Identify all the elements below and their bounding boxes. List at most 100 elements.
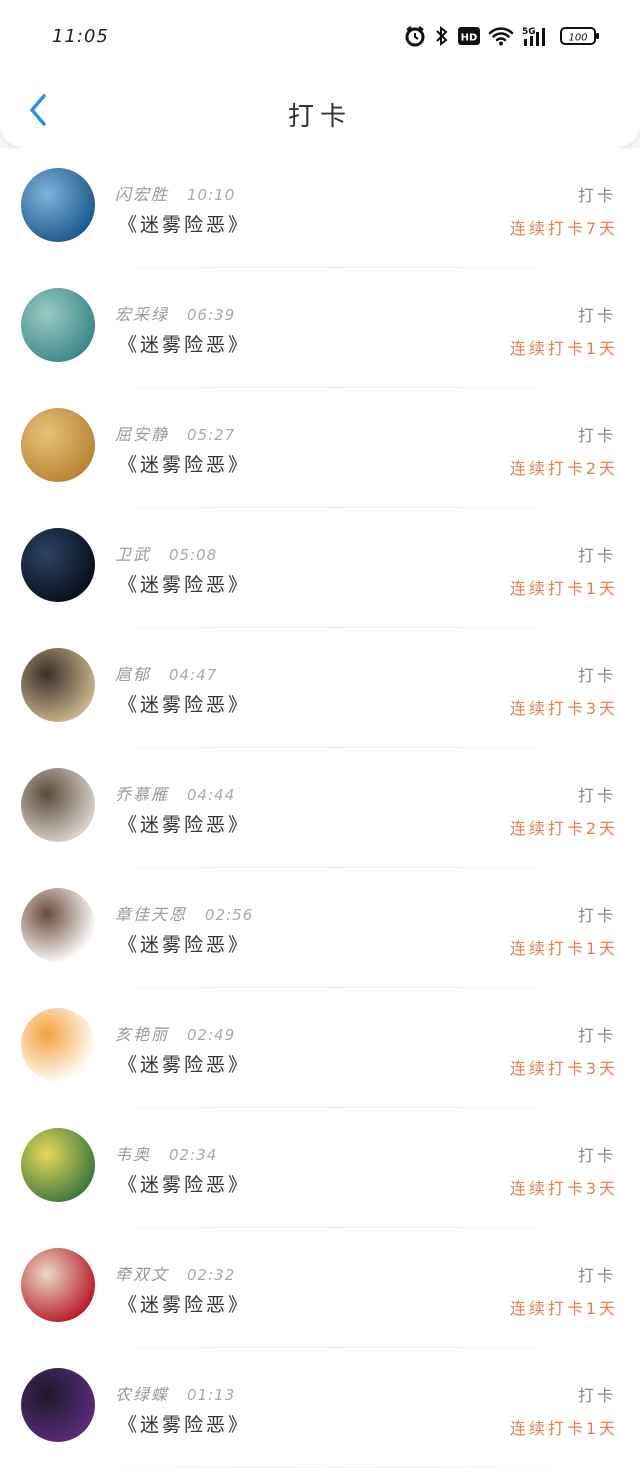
user-name-text: 扈郁 — [115, 665, 152, 684]
book-title: 《迷雾险恶》 — [118, 814, 251, 836]
user-name-text: 屈安静 — [115, 425, 170, 444]
book-title: 《迷雾险恶》 — [118, 934, 251, 956]
user-name-text: 亥艳丽 — [115, 1025, 170, 1044]
battery-icon: 100 — [560, 26, 600, 46]
book-title: 《迷雾险恶》 — [118, 334, 251, 356]
checkin-time: 04:44 — [187, 786, 236, 804]
book-title: 《迷雾险恶》 — [118, 574, 251, 596]
user-name-text: 宏采绿 — [115, 305, 170, 324]
streak-label: 连续打卡2天 — [509, 819, 618, 838]
user-name-text: 牵双文 — [115, 1265, 170, 1284]
checkin-time: 06:39 — [187, 306, 236, 324]
streak-label: 连续打卡1天 — [509, 1299, 618, 1318]
avatar[interactable] — [21, 1368, 95, 1442]
checkin-label: 打卡 — [577, 1266, 616, 1285]
checkin-list: 闪宏胜 10:10 《迷雾险恶》 打卡 连续打卡7天 宏采绿 06:39 《迷雾险恶… — [0, 148, 640, 1468]
wifi-icon — [488, 26, 514, 46]
user-name-text: 闪宏胜 — [115, 185, 170, 204]
avatar[interactable] — [21, 648, 95, 722]
user-name: 屈安静 05:27 — [115, 421, 235, 445]
list-item[interactable]: 闪宏胜 10:10 《迷雾险恶》 打卡 连续打卡7天 — [0, 148, 640, 268]
checkin-label: 打卡 — [577, 906, 616, 925]
checkin-label: 打卡 — [577, 1386, 616, 1405]
book-title: 《迷雾险恶》 — [118, 1054, 251, 1076]
avatar[interactable] — [21, 768, 95, 842]
book-title: 《迷雾险恶》 — [118, 1174, 251, 1196]
user-name: 扈郁 04:47 — [115, 661, 217, 685]
user-name: 章佳天恩 02:56 — [115, 901, 253, 925]
alarm-icon — [404, 25, 426, 47]
status-time: 11:05 — [52, 26, 109, 47]
bluetooth-icon — [434, 25, 450, 47]
checkin-time: 05:08 — [169, 546, 218, 564]
user-name: 农绿蝶 01:13 — [115, 1381, 235, 1405]
list-item[interactable]: 章佳天恩 02:56 《迷雾险恶》 打卡 连续打卡1天 — [0, 868, 640, 988]
avatar[interactable] — [21, 288, 95, 362]
user-name: 乔慕雁 04:44 — [115, 781, 235, 805]
avatar[interactable] — [21, 1248, 95, 1322]
user-name: 韦奥 02:34 — [115, 1141, 217, 1165]
checkin-time: 02:56 — [205, 906, 254, 924]
checkin-time: 02:32 — [187, 1266, 236, 1284]
checkin-label: 打卡 — [577, 426, 616, 445]
avatar[interactable] — [21, 888, 95, 962]
streak-label: 连续打卡2天 — [509, 459, 618, 478]
checkin-label: 打卡 — [577, 186, 616, 205]
list-item[interactable]: 宏采绿 06:39 《迷雾险恶》 打卡 连续打卡1天 — [0, 268, 640, 388]
avatar[interactable] — [21, 168, 95, 242]
app-header: 打卡 — [0, 70, 640, 148]
svg-text:HD: HD — [461, 33, 478, 44]
list-item[interactable]: 韦奥 02:34 《迷雾险恶》 打卡 连续打卡3天 — [0, 1108, 640, 1228]
list-item[interactable]: 亥艳丽 02:49 《迷雾险恶》 打卡 连续打卡3天 — [0, 988, 640, 1108]
checkin-time: 02:49 — [187, 1026, 236, 1044]
list-item[interactable]: 扈郁 04:47 《迷雾险恶》 打卡 连续打卡3天 — [0, 628, 640, 748]
list-item[interactable]: 农绿蝶 01:13 《迷雾险恶》 打卡 连续打卡1天 — [0, 1348, 640, 1468]
list-item[interactable]: 屈安静 05:27 《迷雾险恶》 打卡 连续打卡2天 — [0, 388, 640, 508]
user-name: 亥艳丽 02:49 — [115, 1021, 235, 1045]
book-title: 《迷雾险恶》 — [118, 1294, 251, 1316]
user-name-text: 韦奥 — [115, 1145, 152, 1164]
checkin-label: 打卡 — [577, 786, 616, 805]
checkin-time: 10:10 — [187, 186, 236, 204]
user-name-text: 农绿蝶 — [115, 1385, 170, 1404]
checkin-label: 打卡 — [577, 1146, 616, 1165]
streak-label: 连续打卡1天 — [509, 939, 618, 958]
streak-label: 连续打卡3天 — [509, 1179, 618, 1198]
streak-label: 连续打卡7天 — [509, 219, 618, 238]
book-title: 《迷雾险恶》 — [118, 454, 251, 476]
svg-text:100: 100 — [568, 33, 587, 44]
book-title: 《迷雾险恶》 — [118, 1414, 251, 1436]
avatar[interactable] — [21, 1128, 95, 1202]
list-item[interactable]: 牵双文 02:32 《迷雾险恶》 打卡 连续打卡1天 — [0, 1228, 640, 1348]
checkin-label: 打卡 — [577, 1026, 616, 1045]
status-icons: HD 5G 100 — [404, 22, 600, 50]
avatar[interactable] — [21, 528, 95, 602]
checkin-label: 打卡 — [577, 546, 616, 565]
book-title: 《迷雾险恶》 — [118, 694, 251, 716]
streak-label: 连续打卡1天 — [509, 579, 618, 598]
list-item[interactable]: 乔慕雁 04:44 《迷雾险恶》 打卡 连续打卡2天 — [0, 748, 640, 868]
avatar[interactable] — [21, 1008, 95, 1082]
user-name: 闪宏胜 10:10 — [115, 181, 235, 205]
streak-label: 连续打卡1天 — [509, 339, 618, 358]
streak-label: 连续打卡1天 — [509, 1419, 618, 1438]
checkin-time: 04:47 — [169, 666, 218, 684]
checkin-time: 01:13 — [187, 1386, 236, 1404]
avatar[interactable] — [21, 408, 95, 482]
user-name-text: 乔慕雁 — [115, 785, 170, 804]
book-title: 《迷雾险恶》 — [118, 214, 251, 236]
user-name: 牵双文 02:32 — [115, 1261, 235, 1285]
user-name-text: 卫武 — [115, 545, 152, 564]
checkin-label: 打卡 — [577, 666, 616, 685]
user-name-text: 章佳天恩 — [115, 905, 188, 924]
checkin-label: 打卡 — [577, 306, 616, 325]
checkin-time: 02:34 — [169, 1146, 218, 1164]
list-item[interactable]: 卫武 05:08 《迷雾险恶》 打卡 连续打卡1天 — [0, 508, 640, 628]
signal-5g-icon: 5G — [522, 25, 552, 47]
checkin-time: 05:27 — [187, 426, 236, 444]
svg-text:5G: 5G — [522, 27, 536, 37]
status-bar: 11:05 HD 5G 100 — [0, 0, 640, 70]
user-name: 宏采绿 06:39 — [115, 301, 235, 325]
page-title: 打卡 — [287, 102, 352, 132]
user-name: 卫武 05:08 — [115, 541, 217, 565]
